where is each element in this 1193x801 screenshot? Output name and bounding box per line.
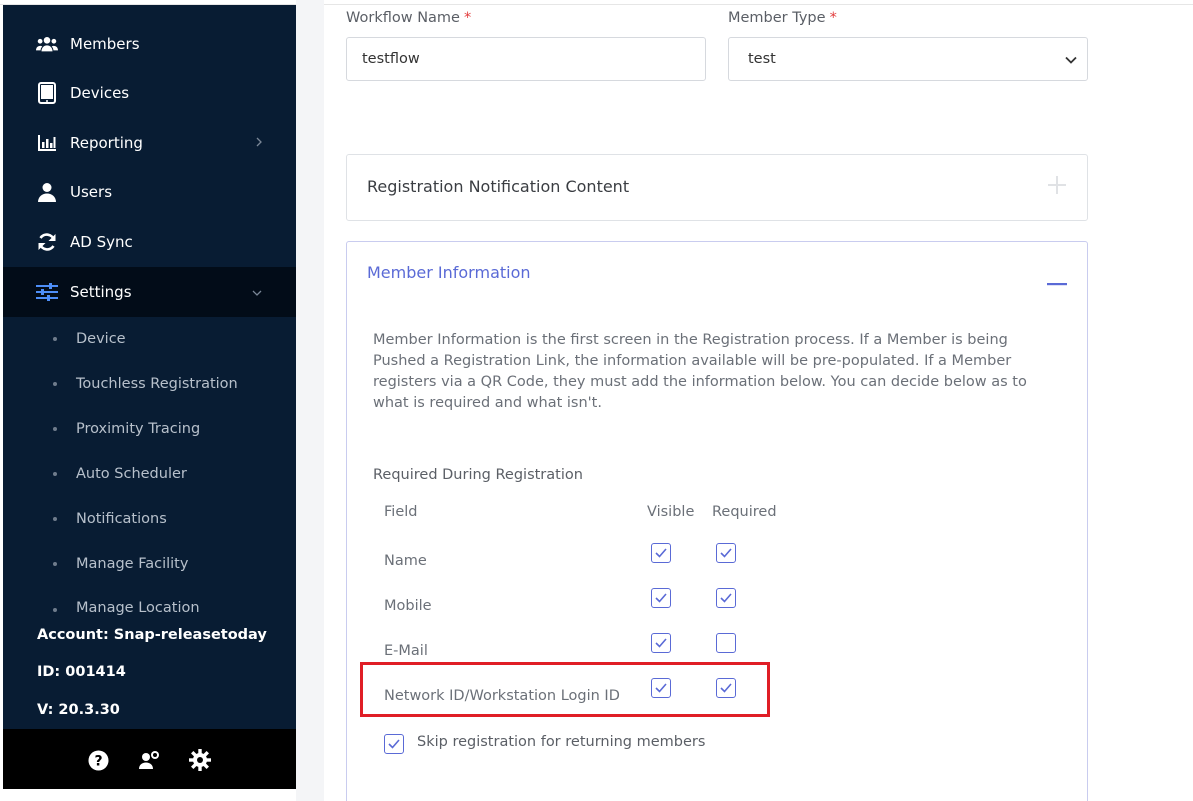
bullet-icon: [53, 381, 57, 386]
column-header-required: Required: [712, 504, 777, 520]
sidebar-subitem-label: Touchless Registration: [76, 375, 238, 392]
sidebar-subitem-label: Device: [76, 330, 126, 347]
panel-title: Member Information: [367, 263, 531, 282]
member-information-panel: Member Information Member Information is…: [346, 241, 1088, 801]
sidebar-subitem-manage-facility[interactable]: Manage Facility: [3, 541, 296, 586]
required-mark: *: [463, 10, 472, 26]
sync-icon: [36, 231, 58, 253]
sidebar-item-settings[interactable]: Settings: [3, 267, 296, 317]
column-header-visible: Visible: [647, 504, 695, 520]
sidebar-subitem-label: Auto Scheduler: [76, 465, 187, 482]
row-label-email: E-Mail: [384, 643, 428, 659]
account-name: Account: Snap-releasetoday: [37, 627, 267, 643]
required-checkbox-mobile[interactable]: [716, 588, 736, 608]
notification-content-panel[interactable]: Registration Notification Content: [346, 154, 1088, 221]
member-info-description: Member Information is the first screen i…: [373, 332, 1027, 411]
collapse-minus-icon[interactable]: [1047, 272, 1067, 291]
bullet-icon: [53, 516, 57, 521]
workflow-name-input[interactable]: testflow: [346, 37, 706, 81]
required-mark: *: [829, 10, 837, 26]
svg-text:?: ?: [94, 753, 102, 769]
panel-title: Registration Notification Content: [367, 177, 630, 196]
sidebar-subitem-touchless-registration[interactable]: Touchless Registration: [3, 361, 296, 406]
sidebar-item-reporting[interactable]: Reporting: [3, 118, 296, 168]
sidebar-subitem-label: Proximity Tracing: [76, 420, 201, 437]
sidebar-item-label: Members: [70, 35, 140, 53]
visible-checkbox-name[interactable]: [651, 543, 671, 563]
sliders-icon: [36, 281, 58, 303]
sidebar-subitem-proximity-tracing[interactable]: Proximity Tracing: [3, 406, 296, 451]
sidebar-item-label: Reporting: [70, 134, 143, 152]
required-checkbox-name[interactable]: [716, 543, 736, 563]
sidebar-item-devices[interactable]: Devices: [3, 68, 296, 118]
sidebar-item-label: Devices: [70, 84, 130, 102]
user-icon: [36, 181, 58, 203]
content-gutter: [296, 0, 324, 801]
sidebar-subitem-label: Manage Location: [76, 600, 200, 616]
member-type-select[interactable]: test: [728, 37, 1088, 81]
sidebar-subitem-auto-scheduler[interactable]: Auto Scheduler: [3, 451, 296, 496]
workflow-name-label: Workflow Name *: [346, 10, 471, 26]
sidebar-subitem-notifications[interactable]: Notifications: [3, 496, 296, 541]
sidebar-item-label: Users: [70, 183, 113, 201]
sidebar-item-members[interactable]: Members: [3, 19, 296, 69]
bullet-icon: [53, 471, 57, 476]
sidebar-subitem-device[interactable]: Device: [3, 316, 296, 361]
input-value: testflow: [362, 51, 420, 67]
chevron-down-icon: [252, 286, 262, 299]
sidebar-item-users[interactable]: Users: [3, 167, 296, 217]
member-type-label: Member Type *: [728, 10, 837, 26]
select-value: test: [748, 51, 776, 67]
bullet-icon: [53, 561, 57, 566]
skip-registration-label: Skip registration for returning members: [417, 734, 706, 750]
chevron-down-icon: [1065, 52, 1077, 68]
sidebar-subitem-label: Notifications: [76, 510, 167, 527]
tablet-icon: [36, 82, 58, 104]
sidebar-footer: ?: [3, 729, 296, 789]
account-id: ID: 001414: [37, 664, 126, 680]
row-label-mobile: Mobile: [384, 598, 432, 614]
app-version: V: 20.3.30: [37, 702, 120, 718]
skip-registration-checkbox[interactable]: [384, 734, 404, 754]
chevron-right-icon: [256, 137, 262, 150]
bullet-icon: [53, 426, 57, 431]
required-during-registration-heading: Required During Registration: [373, 467, 583, 483]
sidebar-item-label: Settings: [70, 283, 132, 301]
sidebar: Members Devices Reporting Users AD Sync …: [3, 5, 296, 789]
expand-plus-icon[interactable]: [1047, 175, 1067, 199]
sidebar-item-ad-sync[interactable]: AD Sync: [3, 217, 296, 267]
gear-icon[interactable]: [189, 749, 211, 771]
help-icon[interactable]: ?: [87, 749, 109, 771]
bar-chart-icon: [36, 132, 58, 154]
sidebar-item-label: AD Sync: [70, 233, 133, 251]
visible-checkbox-mobile[interactable]: [651, 588, 671, 608]
required-checkbox-email[interactable]: [716, 633, 736, 653]
user-support-icon[interactable]: [138, 749, 160, 771]
label-text: Member Type: [728, 10, 826, 26]
column-header-field: Field: [384, 504, 418, 520]
bullet-icon: [53, 336, 57, 341]
label-text: Workflow Name: [346, 10, 460, 26]
annotation-highlight-box: [360, 662, 770, 717]
bullet-icon: [53, 608, 57, 612]
sidebar-subitem-manage-location[interactable]: Manage Location: [3, 586, 296, 620]
sidebar-subitem-label: Manage Facility: [76, 555, 189, 572]
row-label-name: Name: [384, 553, 427, 569]
visible-checkbox-email[interactable]: [651, 633, 671, 653]
app-window: Members Devices Reporting Users AD Sync …: [0, 0, 1193, 801]
members-icon: [36, 33, 58, 55]
